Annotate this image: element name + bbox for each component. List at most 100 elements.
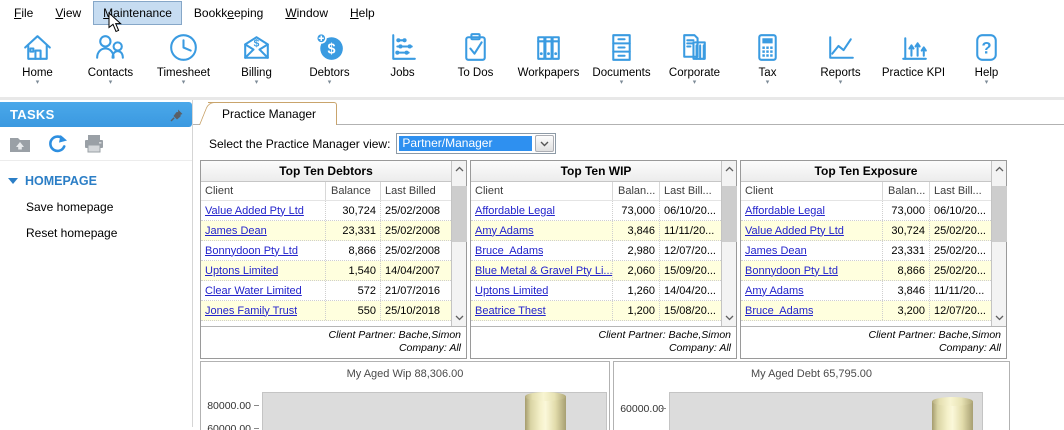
menu-view[interactable]: View — [45, 1, 91, 25]
timesheet-clock-icon — [165, 29, 202, 66]
vertical-scrollbar[interactable] — [721, 161, 736, 326]
toolbar-corporate-button[interactable]: Corporate ▾ — [658, 26, 731, 97]
menu-bookkeeping[interactable]: Bookkeeping — [184, 1, 273, 25]
scrollbar-thumb[interactable] — [992, 186, 1007, 242]
column-header-client[interactable]: Client — [201, 182, 326, 200]
sidebar-section-homepage[interactable]: HOMEPAGE — [8, 174, 192, 188]
column-header-client[interactable]: Client — [471, 182, 613, 200]
toolbar-home-button[interactable]: Home ▾ — [1, 26, 74, 97]
vertical-scrollbar[interactable] — [991, 161, 1006, 326]
top-ten-wip-table: Top Ten WIP Client Balan... Last Bill...… — [470, 160, 737, 359]
toolbar-reports-button[interactable]: Reports ▾ — [804, 26, 877, 97]
menu-maintenance[interactable]: Maintenance — [93, 1, 182, 25]
column-header-balance[interactable]: Balan... — [613, 182, 660, 200]
workpapers-binders-icon — [530, 29, 567, 66]
kpi-barchart-icon — [895, 29, 932, 66]
column-header-balance[interactable]: Balance — [326, 182, 381, 200]
svg-text:?: ? — [981, 40, 991, 58]
y-axis-tick-label: 60000.00 — [203, 423, 251, 430]
main-area: Practice Manager Select the Practice Man… — [193, 100, 1064, 427]
toolbar-help-button[interactable]: ? Help ▾ — [950, 26, 1023, 97]
client-link[interactable]: Amy Adams — [745, 285, 804, 297]
toolbar-todos-button[interactable]: To Dos — [439, 26, 512, 97]
toolbar-practice-kpi-button[interactable]: Practice KPI — [877, 26, 950, 97]
client-link[interactable]: Affordable Legal — [745, 205, 825, 217]
column-header-client[interactable]: Client — [741, 182, 883, 200]
collapse-triangle-icon — [8, 178, 18, 184]
chevron-down-icon: ▾ — [109, 80, 113, 86]
client-link[interactable]: Beatrice Thest — [475, 305, 546, 317]
tasks-panel-header: TASKS — [0, 102, 192, 127]
column-header-last-billed[interactable]: Last Bill... — [930, 185, 991, 197]
open-folder-icon[interactable] — [9, 134, 31, 154]
refresh-icon[interactable] — [46, 134, 68, 154]
client-link[interactable]: Uptons Limited — [205, 265, 278, 277]
selected-view-value: Partner/Manager — [399, 136, 532, 151]
scrollbar-thumb[interactable] — [452, 186, 467, 242]
toolbar-workpapers-button[interactable]: Workpapers — [512, 26, 585, 97]
menu-file[interactable]: File — [4, 1, 43, 25]
scroll-up-arrow[interactable] — [992, 161, 1007, 177]
sidebar-item-reset-homepage[interactable]: Reset homepage — [0, 226, 192, 240]
client-link[interactable]: Bruce Adams — [475, 245, 543, 257]
scroll-up-arrow[interactable] — [722, 161, 737, 177]
client-link[interactable]: Clear Water Limited — [205, 285, 302, 297]
tab-strip: Practice Manager — [193, 102, 1064, 125]
client-link[interactable]: James Dean — [205, 225, 267, 237]
table-row: Clear Water Limited 572 21/07/2016 — [201, 281, 451, 301]
tab-practice-manager[interactable]: Practice Manager — [208, 102, 337, 125]
svg-text:$: $ — [254, 38, 260, 49]
client-link[interactable]: Value Added Pty Ltd — [205, 205, 304, 217]
table-header-row: Client Balance Last Billed — [201, 182, 451, 201]
combo-dropdown-button[interactable] — [535, 135, 554, 152]
client-link[interactable]: James Dean — [745, 245, 807, 257]
toolbar-jobs-button[interactable]: Jobs — [366, 26, 439, 97]
client-link[interactable]: Bonnydoon Pty Ltd — [205, 245, 298, 257]
table-row: Blue Metal & Gravel Pty Li... 2,060 15/0… — [471, 261, 721, 281]
pin-icon[interactable] — [170, 108, 184, 122]
chevron-down-icon: ▾ — [620, 80, 624, 86]
scroll-up-arrow[interactable] — [452, 161, 467, 177]
toolbar-contacts-button[interactable]: Contacts ▾ — [74, 26, 147, 97]
toolbar-billing-button[interactable]: $ Billing ▾ — [220, 26, 293, 97]
svg-text:$: $ — [328, 42, 336, 58]
vertical-scrollbar[interactable] — [451, 161, 466, 326]
chevron-down-icon: ▾ — [766, 80, 770, 86]
wip-bar — [525, 396, 566, 430]
toolbar-timesheet-button[interactable]: Timesheet ▾ — [147, 26, 220, 97]
aged-debt-chart: My Aged Debt 65,795.00 60000.00 — [613, 361, 1010, 430]
billing-envelope-icon: $ — [238, 29, 275, 66]
client-link[interactable]: Bonnydoon Pty Ltd — [745, 265, 838, 277]
scrollbar-thumb[interactable] — [722, 186, 737, 242]
menu-help[interactable]: Help — [340, 1, 385, 25]
chevron-down-icon: ▾ — [839, 80, 843, 86]
scroll-down-arrow[interactable] — [722, 310, 737, 326]
print-icon[interactable] — [83, 134, 105, 154]
sidebar-item-save-homepage[interactable]: Save homepage — [0, 200, 192, 214]
y-axis-tick-label: 60000.00 — [616, 403, 664, 415]
client-link[interactable]: Bruce Adams — [745, 305, 813, 317]
column-header-last-billed[interactable]: Last Billed — [381, 185, 451, 197]
practice-manager-view-select[interactable]: Partner/Manager — [396, 133, 556, 154]
client-link[interactable]: Affordable Legal — [475, 205, 555, 217]
scroll-down-arrow[interactable] — [992, 310, 1007, 326]
help-question-icon: ? — [968, 29, 1005, 66]
toolbar-tax-button[interactable]: Tax ▾ — [731, 26, 804, 97]
toolbar-documents-button[interactable]: Documents ▾ — [585, 26, 658, 97]
table-row: Affordable Legal 73,000 06/10/20... — [471, 201, 721, 221]
column-header-last-billed[interactable]: Last Bill... — [660, 185, 721, 197]
toolbar-debtors-button[interactable]: $ Debtors ▾ — [293, 26, 366, 97]
client-link[interactable]: Jones Family Trust — [205, 305, 297, 317]
client-link[interactable]: Blue Metal & Gravel Pty Li... — [475, 265, 612, 277]
table-row: Affordable Legal 73,000 06/10/20... — [741, 201, 991, 221]
table-row: Uptons Limited 1,260 14/04/20... — [471, 281, 721, 301]
table-row: Bonnydoon Pty Ltd 8,866 25/02/20... — [741, 261, 991, 281]
table-title: Top Ten Debtors — [201, 161, 451, 182]
client-link[interactable]: Uptons Limited — [475, 285, 548, 297]
client-link[interactable]: Value Added Pty Ltd — [745, 225, 844, 237]
client-link[interactable]: Amy Adams — [475, 225, 534, 237]
scroll-down-arrow[interactable] — [452, 310, 467, 326]
menu-window[interactable]: Window — [275, 1, 338, 25]
column-header-balance[interactable]: Balan... — [883, 182, 930, 200]
contacts-icon — [92, 29, 129, 66]
